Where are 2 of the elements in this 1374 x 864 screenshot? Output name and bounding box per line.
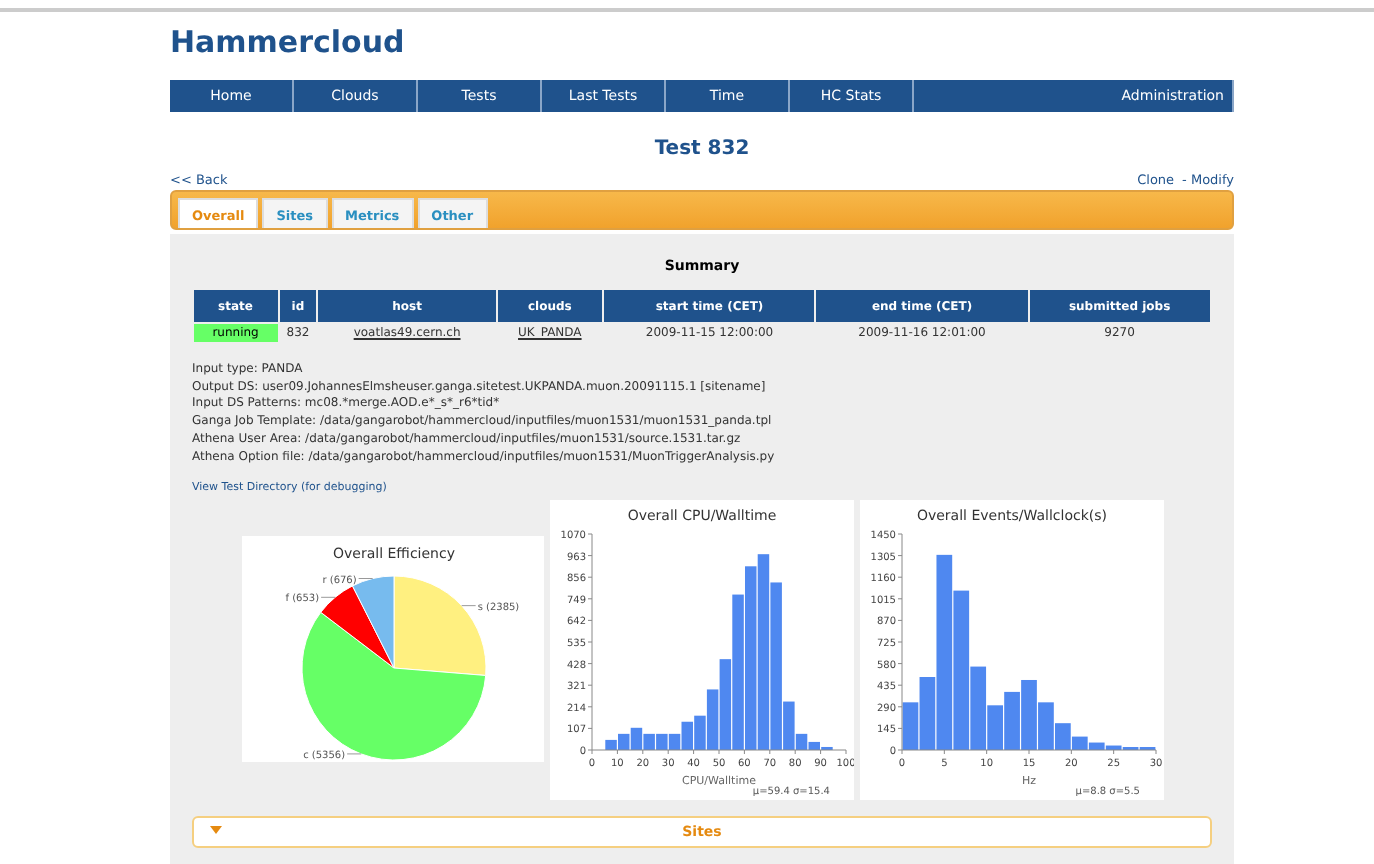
site-title: Hammercloud (170, 22, 407, 64)
page-title: Test 832 (652, 138, 752, 164)
